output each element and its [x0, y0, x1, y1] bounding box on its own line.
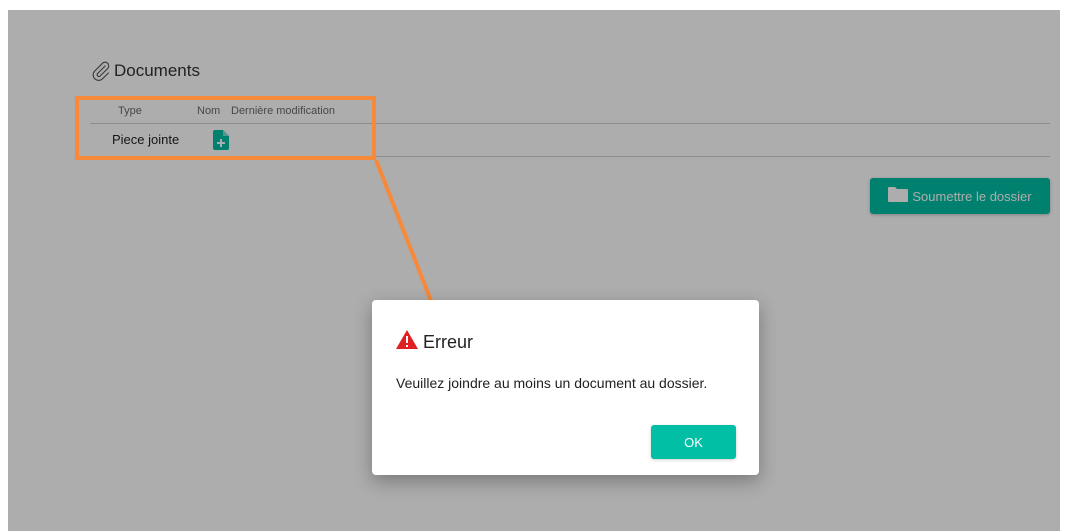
page: Documents Type Nom Dernière modification… [8, 10, 1060, 531]
dialog-title-text: Erreur [423, 331, 474, 352]
error-dialog: Erreur Veuillez joindre au moins un docu… [372, 300, 759, 475]
warning-icon [396, 330, 418, 354]
dialog-message: Veuillez joindre au moins un document au… [396, 375, 708, 391]
ok-button[interactable]: OK [651, 425, 736, 459]
dialog-title: Erreur [396, 330, 473, 354]
annotation-highlight-box [75, 96, 376, 160]
